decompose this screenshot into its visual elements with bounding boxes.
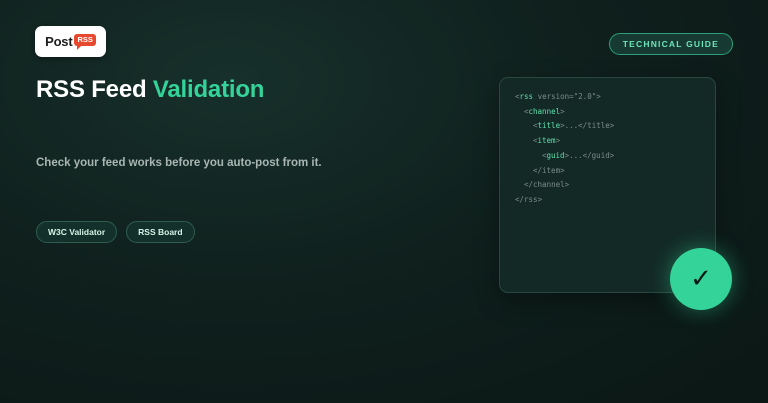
code-line: </channel> [515,178,715,193]
page-title: RSS Feed Validation [36,76,264,104]
code-line: <rss version="2.0"> [515,92,601,101]
code-line: </rss> [515,193,715,208]
code-line: <guid>...</guid> [542,150,615,160]
code-line: <channel> [524,106,565,116]
postrss-logo: Post RSS [35,26,106,57]
code-text: </channel> [524,180,570,190]
chip-w3c-validator[interactable]: W3C Validator [36,221,118,243]
checkmark-icon: ✓ [670,248,732,310]
page-subtitle: Check your feed works before you auto-po… [36,157,322,169]
code-tag: channel [528,106,561,116]
code-line: </item> [515,164,715,179]
code-tag: guid [546,150,565,160]
code-tag: title [537,121,561,131]
title-accent: Validation [152,76,265,103]
code-text: </rss> [515,194,543,204]
code-line: <item> [533,136,561,146]
code-tag: rss [519,92,534,101]
logo-text: Post [45,34,73,49]
code-line: <title>...</title> [533,121,615,131]
code-tag: item [537,136,556,146]
logo-speech-bubble: RSS [74,34,96,50]
chip-rss-board[interactable]: RSS Board [126,221,195,243]
code-text: </item> [533,165,565,175]
title-main: RSS Feed [36,76,147,103]
technical-guide-badge: TECHNICAL GUIDE [608,33,733,55]
chip-list: W3C Validator RSS Board [36,221,195,243]
